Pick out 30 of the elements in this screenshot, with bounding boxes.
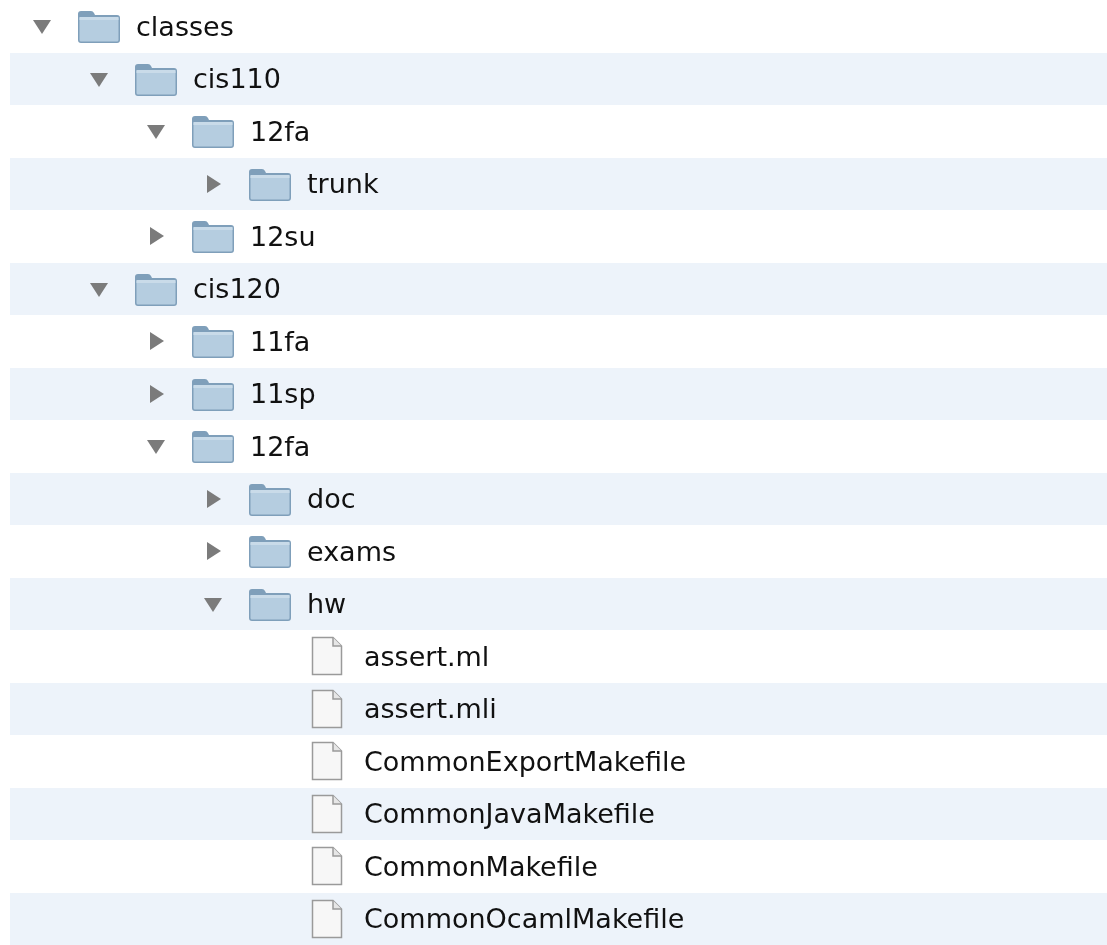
file-name[interactable]: CommonJavaMakefile [364,798,655,830]
folder-icon [190,218,236,255]
folder-name[interactable]: 11sp [250,378,316,410]
folder-icon [76,8,122,45]
folder-name[interactable]: 11fa [250,325,311,357]
folder-name[interactable]: exams [307,535,397,567]
folder-icon [247,533,293,570]
document-icon [311,636,343,677]
document-icon [311,741,343,782]
folder-name[interactable]: doc [307,483,356,515]
folder-name[interactable]: hw [307,588,347,620]
document-icon [311,688,343,729]
folder-icon [190,428,236,465]
file-name[interactable]: CommonMakefile [364,850,598,882]
folder-name[interactable]: trunk [307,168,379,200]
file-name[interactable]: assert.ml [364,640,490,672]
folder-name[interactable]: cis110 [193,63,281,95]
document-icon [311,898,343,939]
folder-name[interactable]: 12su [250,220,316,252]
folder-name[interactable]: cis120 [193,273,281,305]
file-name[interactable]: CommonExportMakefile [364,745,687,777]
document-icon [311,846,343,887]
file-name[interactable]: CommonOcamlMakefile [364,903,685,935]
folder-icon [190,323,236,360]
document-icon [311,793,343,834]
folder-name[interactable]: 12fa [250,115,311,147]
folder-icon [190,113,236,150]
folder-name[interactable]: 12fa [250,430,311,462]
file-name[interactable]: assert.mli [364,693,497,725]
folder-name[interactable]: classes [136,10,234,42]
